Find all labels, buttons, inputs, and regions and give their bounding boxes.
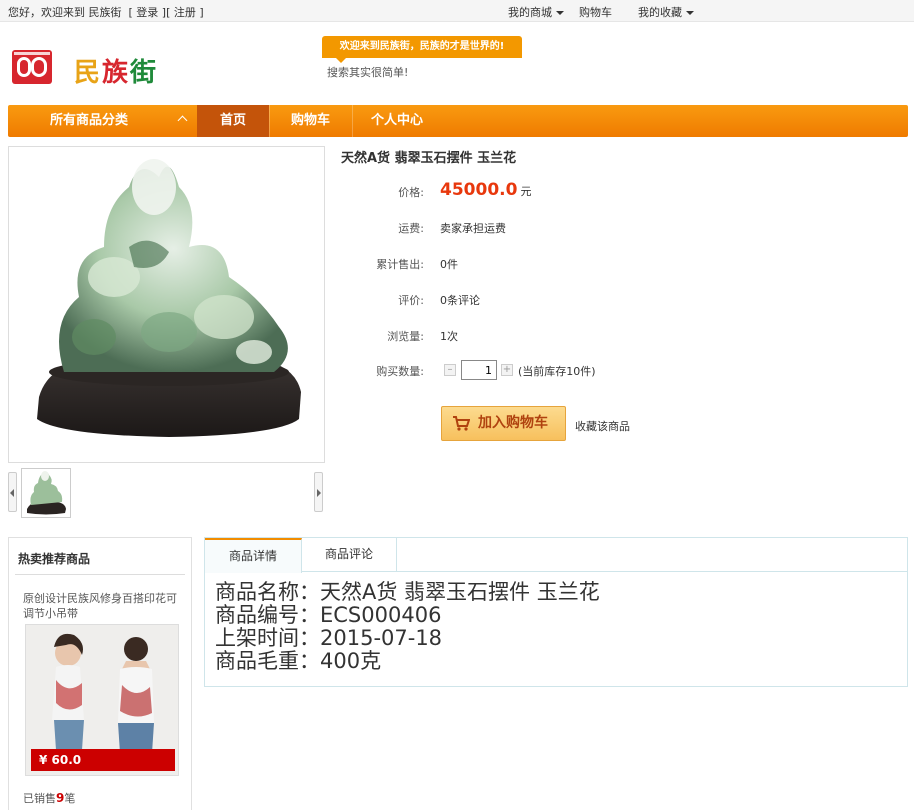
- sidebar-product-name[interactable]: 原创设计民族风修身百搭印花可调节小吊带: [23, 591, 183, 621]
- sold-row: 累计售出: 0件: [340, 253, 660, 273]
- logo-char-3: 街: [130, 58, 159, 88]
- tab-details[interactable]: 商品详情: [205, 538, 302, 573]
- main-nav: 所有商品分类 首页 购物车 个人中心: [8, 105, 908, 137]
- logo-char-2: 族: [102, 58, 131, 88]
- sidebar-sold-count: 已销售9笔: [23, 790, 75, 806]
- details-tabbar: 商品详情 商品评论: [205, 538, 907, 573]
- spec-code: 商品编号：ECS000406: [215, 603, 442, 627]
- nav-item-home[interactable]: 首页: [197, 105, 269, 137]
- cart-link[interactable]: 购物车: [579, 4, 612, 20]
- sidebar-title: 热卖推荐商品: [18, 552, 91, 566]
- slogan-banner: 欢迎来到民族街，民族的才是世界的!: [322, 36, 522, 63]
- price-value: 45000.0: [440, 180, 518, 200]
- spec-date: 上架时间：2015-07-18: [215, 626, 443, 650]
- favorite-link[interactable]: 收藏该商品: [575, 418, 630, 434]
- favorites-label: 我的收藏: [638, 6, 682, 19]
- sold-prefix: 已销售: [23, 792, 56, 805]
- shipping-row: 运费: 卖家承担运费: [340, 217, 660, 237]
- logo-icon[interactable]: [12, 50, 52, 84]
- product-main-image[interactable]: [8, 146, 325, 463]
- sold-value: 0件: [440, 258, 458, 271]
- views-label: 浏览量:: [387, 330, 424, 343]
- categories-label: 所有商品分类: [50, 113, 129, 128]
- sold-suffix: 笔: [64, 792, 76, 805]
- product-details-panel: 商品详情 商品评论 商品名称：天然A货 翡翠玉石摆件 玉兰花 商品编号：ECS0…: [204, 537, 908, 687]
- qty-minus-button[interactable]: –: [444, 364, 456, 376]
- favorites-menu[interactable]: 我的收藏: [638, 4, 694, 20]
- product-title: 天然A货 翡翠玉石摆件 玉兰花: [341, 151, 517, 166]
- reviews-row: 评价: 0条评论: [340, 289, 660, 309]
- stock-text: (当前库存10件): [518, 365, 596, 378]
- sold-label: 累计售出:: [376, 258, 424, 271]
- hot-products-sidebar: 热卖推荐商品 原创设计民族风修身百搭印花可调节小吊带 ¥ 60.0 已销售9笔: [8, 537, 192, 810]
- shipping-label: 运费:: [398, 222, 424, 235]
- tab-reviews[interactable]: 商品评论: [302, 538, 397, 572]
- logo-text[interactable]: 民族街: [74, 52, 158, 89]
- chevron-down-icon: [556, 11, 564, 15]
- price-row: 价格: 45000.0 元: [340, 180, 660, 201]
- product-spec-list: 商品名称：天然A货 翡翠玉石摆件 玉兰花 商品编号：ECS000406 上架时间…: [215, 581, 600, 673]
- logo-char-1: 民: [74, 58, 103, 88]
- price-label: 价格:: [398, 186, 424, 199]
- reviews-value: 0条评论: [440, 294, 480, 307]
- all-categories-menu[interactable]: 所有商品分类: [8, 105, 196, 137]
- quantity-label: 购买数量:: [376, 365, 424, 378]
- nav-item-account[interactable]: 个人中心: [353, 105, 441, 137]
- qty-plus-button[interactable]: +: [501, 364, 513, 376]
- add-to-cart-label: 加入购物车: [478, 415, 548, 431]
- views-value: 1次: [440, 330, 458, 343]
- top-bar: 您好，欢迎来到 民族街 [ 登录 ][ 注册 ] 我的商城 购物车 我的收藏: [0, 0, 914, 22]
- chevron-up-icon: [177, 115, 188, 126]
- sidebar-product-price: ¥ 60.0: [31, 749, 175, 771]
- spec-name: 商品名称：天然A货 翡翠玉石摆件 玉兰花: [215, 580, 600, 604]
- login-link[interactable]: 登录: [136, 6, 158, 19]
- reviews-label: 评价:: [398, 294, 424, 307]
- add-to-cart-button[interactable]: 加入购物车: [441, 406, 566, 441]
- shipping-value: 卖家承担运费: [440, 222, 506, 235]
- my-mall-label: 我的商城: [508, 6, 552, 19]
- my-mall-menu[interactable]: 我的商城: [508, 4, 564, 20]
- thumb-prev-icon[interactable]: [8, 472, 17, 512]
- quantity-row: 购买数量: – + (当前库存10件): [340, 360, 640, 380]
- chevron-down-icon: [686, 11, 694, 15]
- welcome-text: 您好，欢迎来到 民族街 [ 登录 ][ 注册 ]: [8, 6, 204, 19]
- nav-item-cart[interactable]: 购物车: [270, 105, 351, 137]
- quantity-input[interactable]: [461, 360, 497, 380]
- greeting-text: 您好，欢迎来到 民族街: [8, 6, 122, 19]
- spec-weight: 商品毛重：400克: [215, 649, 382, 673]
- views-row: 浏览量: 1次: [340, 325, 660, 345]
- thumb-next-icon[interactable]: [314, 472, 323, 512]
- register-link[interactable]: 注册: [174, 6, 196, 19]
- cart-icon: [453, 416, 470, 431]
- search-hint: 搜索其实很简单!: [327, 66, 409, 79]
- price-unit: 元: [520, 185, 532, 198]
- product-thumbnail[interactable]: [21, 468, 71, 518]
